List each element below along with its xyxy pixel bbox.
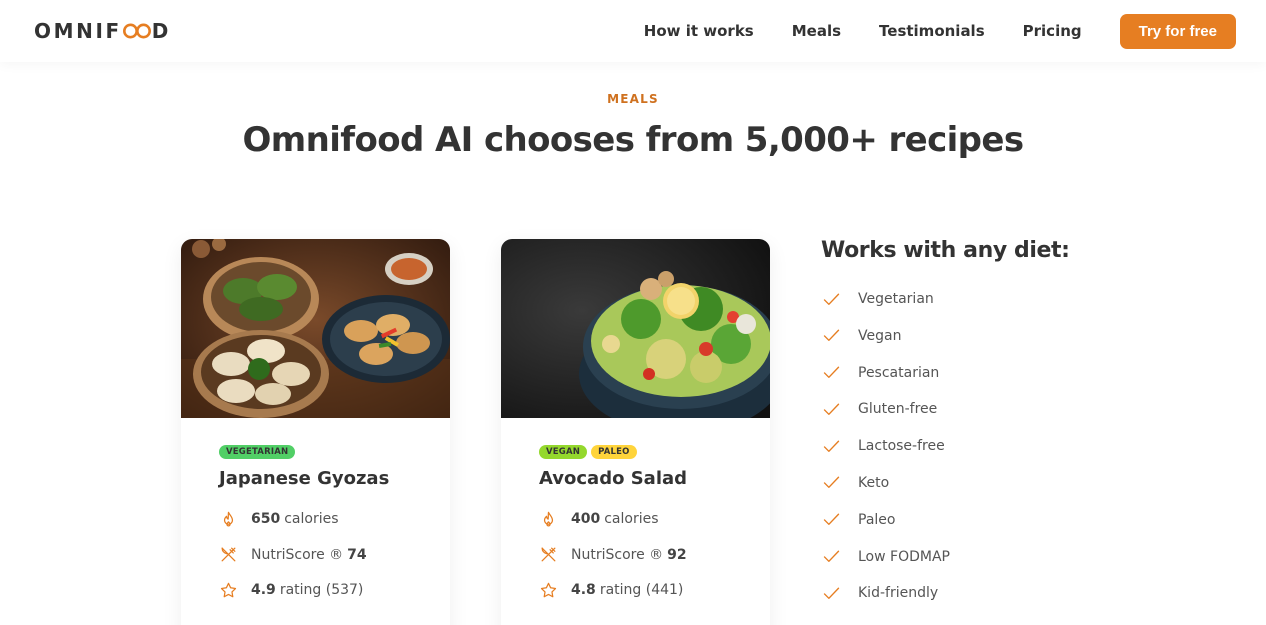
calories-value: 400: [571, 511, 601, 527]
diet-item-vegan: Vegan: [821, 326, 1070, 346]
tag-paleo: PALEO: [591, 445, 637, 459]
diet-list: Vegetarian Vegan Pescatarian Gluten-free…: [821, 289, 1070, 603]
meal-attribute-rating: 4.8 rating (441): [539, 581, 750, 599]
calories-label: calories: [604, 511, 659, 527]
rating-label: rating (537): [279, 582, 364, 598]
logo-text-right: D: [151, 19, 171, 43]
diet-label: Kid-friendly: [858, 585, 939, 602]
diet-item-vegetarian: Vegetarian: [821, 289, 1070, 309]
gyozas-photo: [181, 239, 450, 418]
diet-item-keto: Keto: [821, 473, 1070, 493]
nav-testimonials[interactable]: Testimonials: [879, 22, 985, 40]
avocado-salad-photo: [501, 239, 770, 418]
diet-label: Lactose-free: [858, 438, 945, 455]
meal-attribute-nutriscore: NutriScore ® 92: [539, 546, 750, 564]
meal-card-avocado-salad: VEGAN PALEO Avocado Salad 400 calories N…: [501, 239, 770, 625]
checkmark-icon: [823, 550, 840, 563]
try-for-free-button[interactable]: Try for free: [1119, 13, 1236, 49]
star-icon: [220, 582, 237, 597]
rating-value: 4.8: [571, 582, 596, 598]
main-nav: How it works Meals Testimonials Pricing …: [644, 13, 1236, 49]
diet-item-gluten-free: Gluten-free: [821, 399, 1070, 419]
checkmark-icon: [823, 587, 840, 599]
meal-card-body: VEGETARIAN Japanese Gyozas 650 calories …: [181, 418, 450, 599]
checkmark-icon: [823, 477, 840, 489]
checkmark-icon: [823, 440, 840, 452]
meal-title: Japanese Gyozas: [219, 468, 390, 489]
utensils-icon: [541, 547, 556, 562]
diet-label: Keto: [858, 474, 890, 491]
rating-label: rating (441): [599, 582, 684, 598]
meal-title: Avocado Salad: [539, 468, 688, 489]
diet-item-kid-friendly: Kid-friendly: [821, 583, 1070, 603]
diets-title: Works with any diet:: [821, 238, 1070, 263]
meal-attributes: 650 calories NutriScore ® 74 4.9 rating …: [219, 510, 430, 599]
tag-list: VEGAN PALEO: [539, 445, 750, 459]
nav-how-it-works[interactable]: How it works: [644, 22, 754, 40]
diet-label: Vegan: [858, 327, 902, 344]
site-header: OMNIF D How it works Meals Testimonials …: [0, 0, 1266, 62]
meal-attribute-nutriscore: NutriScore ® 74: [219, 546, 430, 564]
meal-card-gyozas: VEGETARIAN Japanese Gyozas 650 calories …: [181, 239, 450, 625]
section-heading: Omnifood AI chooses from 5,000+ recipes: [242, 120, 1024, 160]
diet-label: Vegetarian: [858, 291, 934, 307]
tag-vegan: VEGAN: [539, 445, 588, 459]
checkmark-icon: [823, 403, 840, 415]
diet-item-low-fodmap: Low FODMAP: [821, 547, 1070, 567]
calories-value: 650: [251, 511, 281, 527]
nutri-label: NutriScore ®: [571, 546, 664, 563]
meal-attribute-calories: 400 calories: [539, 510, 750, 528]
checkmark-icon: [823, 366, 840, 379]
tag-vegetarian: VEGETARIAN: [219, 445, 296, 459]
utensils-icon: [221, 547, 236, 562]
logo-infinity-icon: [122, 22, 151, 40]
checkmark-icon: [823, 513, 840, 526]
tag-list: VEGETARIAN: [219, 445, 430, 459]
checkmark-icon: [823, 293, 840, 305]
flame-icon: [543, 511, 554, 526]
meal-attribute-calories: 650 calories: [219, 510, 430, 528]
rating-value: 4.9: [251, 582, 276, 598]
diets-panel: Works with any diet: Vegetarian Vegan Pe…: [821, 238, 1070, 620]
flame-icon: [223, 511, 234, 526]
nav-pricing[interactable]: Pricing: [1023, 22, 1082, 40]
diet-item-lactose-free: Lactose-free: [821, 436, 1070, 456]
nutri-label: NutriScore ®: [251, 546, 344, 563]
calories-label: calories: [284, 511, 339, 527]
meal-attribute-rating: 4.9 rating (537): [219, 581, 430, 599]
diet-label: Paleo: [858, 511, 896, 528]
diet-item-pescatarian: Pescatarian: [821, 363, 1070, 383]
nav-meals[interactable]: Meals: [792, 22, 841, 40]
section-subheading: MEALS: [607, 92, 659, 106]
logo[interactable]: OMNIF D: [34, 19, 171, 43]
nutri-value: 74: [347, 546, 367, 563]
diet-item-paleo: Paleo: [821, 510, 1070, 530]
meal-card-body: VEGAN PALEO Avocado Salad 400 calories N…: [501, 418, 770, 599]
logo-text-left: OMNIF: [34, 19, 122, 43]
diet-label: Low FODMAP: [858, 548, 950, 565]
diet-label: Pescatarian: [858, 364, 940, 381]
diet-label: Gluten-free: [858, 401, 938, 418]
checkmark-icon: [823, 329, 840, 342]
nutri-value: 92: [667, 546, 687, 563]
meal-attributes: 400 calories NutriScore ® 92 4.8 rating …: [539, 510, 750, 599]
star-icon: [540, 582, 557, 597]
